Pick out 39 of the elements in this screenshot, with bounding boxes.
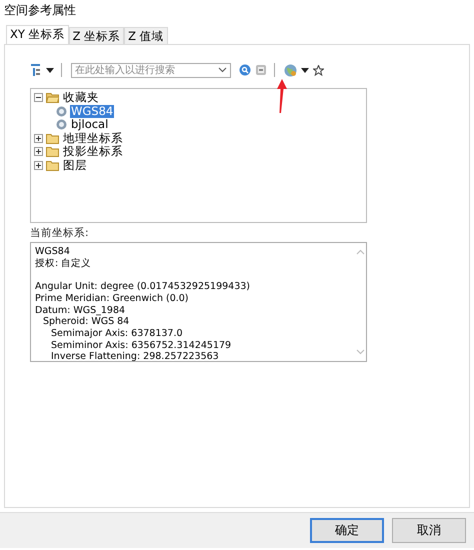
folder-icon — [46, 146, 59, 158]
detail-line: Spheroid: WGS 84 — [43, 316, 130, 328]
expand-icon[interactable] — [34, 134, 43, 143]
tab[interactable]: Z 值域 — [124, 27, 168, 44]
star-icon[interactable] — [313, 64, 324, 76]
folder-icon — [46, 132, 59, 144]
detail-line: Angular Unit: degree (0.0174532925199433) — [35, 281, 252, 293]
tree-item[interactable]: WGS84 — [70, 104, 114, 118]
tree-item[interactable]: 地理坐标系 — [62, 132, 124, 145]
folder-icon — [46, 160, 59, 171]
expand-icon[interactable] — [34, 147, 43, 156]
detail-line: Datum: WGS_1984 — [35, 304, 126, 316]
expand-icon[interactable] — [34, 160, 43, 170]
tree-item[interactable]: bjlocal — [70, 118, 110, 132]
tree-item[interactable]: 投影坐标系 — [62, 145, 124, 158]
detail-line: Semiminor Axis: 6356752.314245179 — [51, 340, 232, 352]
detail-line: WGS84 — [35, 246, 71, 258]
detail-line: Inverse Flattening: 298.257223563 — [51, 351, 220, 364]
detail-line: 授权: 自定义 — [35, 258, 92, 270]
caret-icon[interactable] — [46, 68, 54, 72]
filter-icon[interactable] — [30, 63, 42, 77]
search-icon[interactable] — [239, 64, 251, 76]
annotation-arrow — [276, 79, 288, 113]
ok-button[interactable]: 确定 — [310, 518, 384, 543]
search-field[interactable]: 在此处输入以进行搜索 — [71, 62, 231, 78]
caret-icon[interactable] — [301, 68, 309, 72]
window-title: 空间参考属性 — [4, 2, 76, 18]
collapse-icon[interactable] — [34, 93, 43, 102]
current-crs-label: 当前坐标系: — [30, 227, 90, 240]
tab[interactable]: XY 坐标系 — [6, 25, 69, 44]
detail-line: Semimajor Axis: 6378137.0 — [51, 328, 184, 340]
tree-item[interactable]: 收藏夹 — [62, 91, 100, 104]
database-icon[interactable] — [255, 64, 267, 76]
detail-line: Prime Meridian: Greenwich (0.0) — [35, 292, 190, 304]
tree-item[interactable]: 图层 — [62, 158, 88, 172]
tab[interactable]: Z 坐标系 — [68, 27, 124, 44]
open-folder-icon — [46, 92, 59, 104]
cancel-button[interactable]: 取消 — [392, 518, 466, 543]
chevron-down-icon[interactable] — [218, 67, 227, 73]
